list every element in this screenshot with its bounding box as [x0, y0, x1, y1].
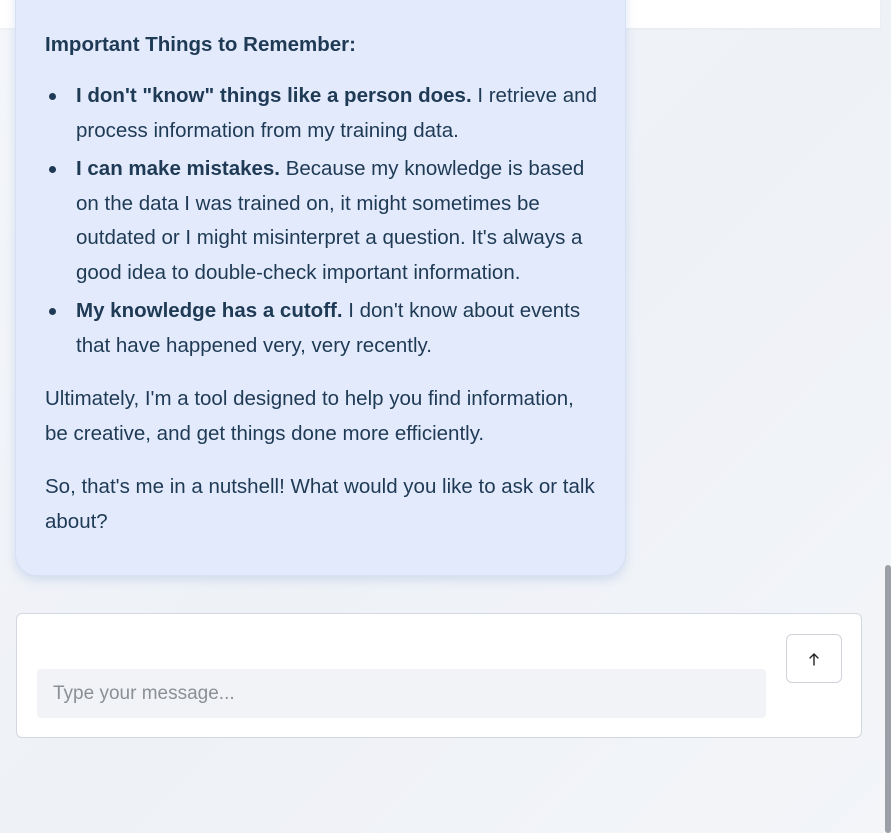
- message-input[interactable]: [37, 669, 766, 718]
- arrow-up-icon: [809, 652, 819, 666]
- message-paragraph: So, that's me in a nutshell! What would …: [45, 475, 595, 533]
- list-item-bold-text: I can make mistakes.: [76, 157, 280, 180]
- bullet-icon: [49, 308, 56, 315]
- message-composer: [16, 613, 862, 738]
- message-bullet-list: I don't "know" things like a person does…: [45, 79, 597, 363]
- bullet-icon: [49, 93, 56, 100]
- message-heading: Important Things to Remember:: [45, 33, 356, 56]
- list-item: I don't "know" things like a person does…: [49, 79, 597, 148]
- list-item-bold-text: My knowledge has a cutoff.: [76, 299, 343, 322]
- send-button[interactable]: [786, 634, 842, 683]
- list-item: My knowledge has a cutoff. I don't know …: [49, 294, 597, 363]
- scrollbar-thumb[interactable]: [885, 565, 891, 833]
- bullet-icon: [49, 166, 56, 173]
- message-paragraph: Ultimately, I'm a tool designed to help …: [45, 387, 574, 445]
- list-item: I can make mistakes. Because my knowledg…: [49, 152, 597, 290]
- list-item-bold-text: I don't "know" things like a person does…: [76, 84, 472, 107]
- assistant-message-bubble: Important Things to Remember: I don't "k…: [15, 0, 626, 576]
